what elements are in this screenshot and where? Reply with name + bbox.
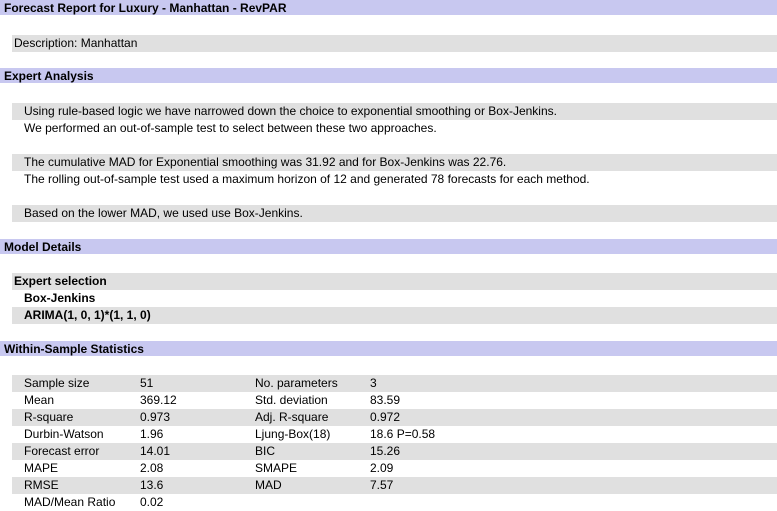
- stats-row: RMSE 13.6 MAD 7.57: [12, 477, 777, 494]
- stat-value: 1.96: [140, 427, 164, 441]
- stat-value: 83.59: [370, 393, 401, 407]
- stat-value: 2.09: [370, 461, 394, 475]
- stat-label: No. parameters: [255, 376, 338, 390]
- stat-value: 51: [140, 376, 154, 390]
- stats-row: Forecast error 14.01 BIC 15.26: [12, 443, 777, 460]
- analysis-line: Using rule-based logic we have narrowed …: [12, 103, 777, 120]
- stat-value: 0.02: [140, 495, 164, 509]
- model-details-header: Model Details: [0, 239, 777, 255]
- stat-label: Mean: [24, 393, 55, 407]
- stats-row: R-square 0.973 Adj. R-square 0.972: [12, 409, 777, 426]
- model-spec: ARIMA(1, 0, 1)*(1, 1, 0): [12, 307, 777, 324]
- stats-row: Mean 369.12 Std. deviation 83.59: [12, 392, 777, 409]
- stats-header: Within-Sample Statistics: [0, 341, 777, 357]
- stat-value: 18.6 P=0.58: [370, 427, 436, 441]
- stat-label: RMSE: [24, 478, 59, 492]
- stat-label: Std. deviation: [255, 393, 328, 407]
- stat-label: MAD/Mean Ratio: [24, 495, 116, 509]
- stats-row: MAPE 2.08 SMAPE 2.09: [12, 460, 777, 477]
- analysis-line: Based on the lower MAD, we used use Box-…: [12, 205, 777, 222]
- stat-value: 7.57: [370, 478, 394, 492]
- stat-label: Adj. R-square: [255, 410, 329, 424]
- stat-value: 0.973: [140, 410, 171, 424]
- stats-row: Durbin-Watson 1.96 Ljung-Box(18) 18.6 P=0.5…: [12, 426, 777, 443]
- expert-selection-label: Expert selection: [12, 273, 777, 290]
- stat-label: Ljung-Box(18): [255, 427, 331, 441]
- stat-label: Durbin-Watson: [24, 427, 104, 441]
- report-title: Forecast Report for Luxury - Manhattan -…: [0, 0, 777, 16]
- stat-value: 15.26: [370, 444, 401, 458]
- description-row: Description: Manhattan: [12, 35, 777, 52]
- stat-value: 13.6: [140, 478, 164, 492]
- analysis-line: The cumulative MAD for Exponential smoot…: [12, 154, 777, 171]
- stat-value: 3: [370, 376, 377, 390]
- stat-value: 14.01: [140, 444, 171, 458]
- description-text: Description: Manhattan: [14, 36, 138, 50]
- stat-value: 0.972: [370, 410, 401, 424]
- forecast-report: Forecast Report for Luxury - Manhattan -…: [0, 0, 777, 511]
- stats-row: Sample size 51 No. parameters 3: [12, 375, 777, 392]
- stat-label: BIC: [255, 444, 276, 458]
- stats-row: MAD/Mean Ratio 0.02: [12, 494, 777, 511]
- stat-label: MAPE: [24, 461, 59, 475]
- expert-analysis-header: Expert Analysis: [0, 68, 777, 84]
- stat-label: Forecast error: [24, 444, 100, 458]
- stat-label: MAD: [255, 478, 282, 492]
- stat-label: SMAPE: [255, 461, 298, 475]
- stat-label: R-square: [24, 410, 74, 424]
- model-method: Box-Jenkins: [24, 291, 96, 305]
- analysis-line: We performed an out-of-sample test to se…: [24, 121, 437, 135]
- stat-value: 369.12: [140, 393, 177, 407]
- stat-label: Sample size: [24, 376, 90, 390]
- stat-value: 2.08: [140, 461, 164, 475]
- analysis-line: The rolling out-of-sample test used a ma…: [24, 172, 590, 186]
